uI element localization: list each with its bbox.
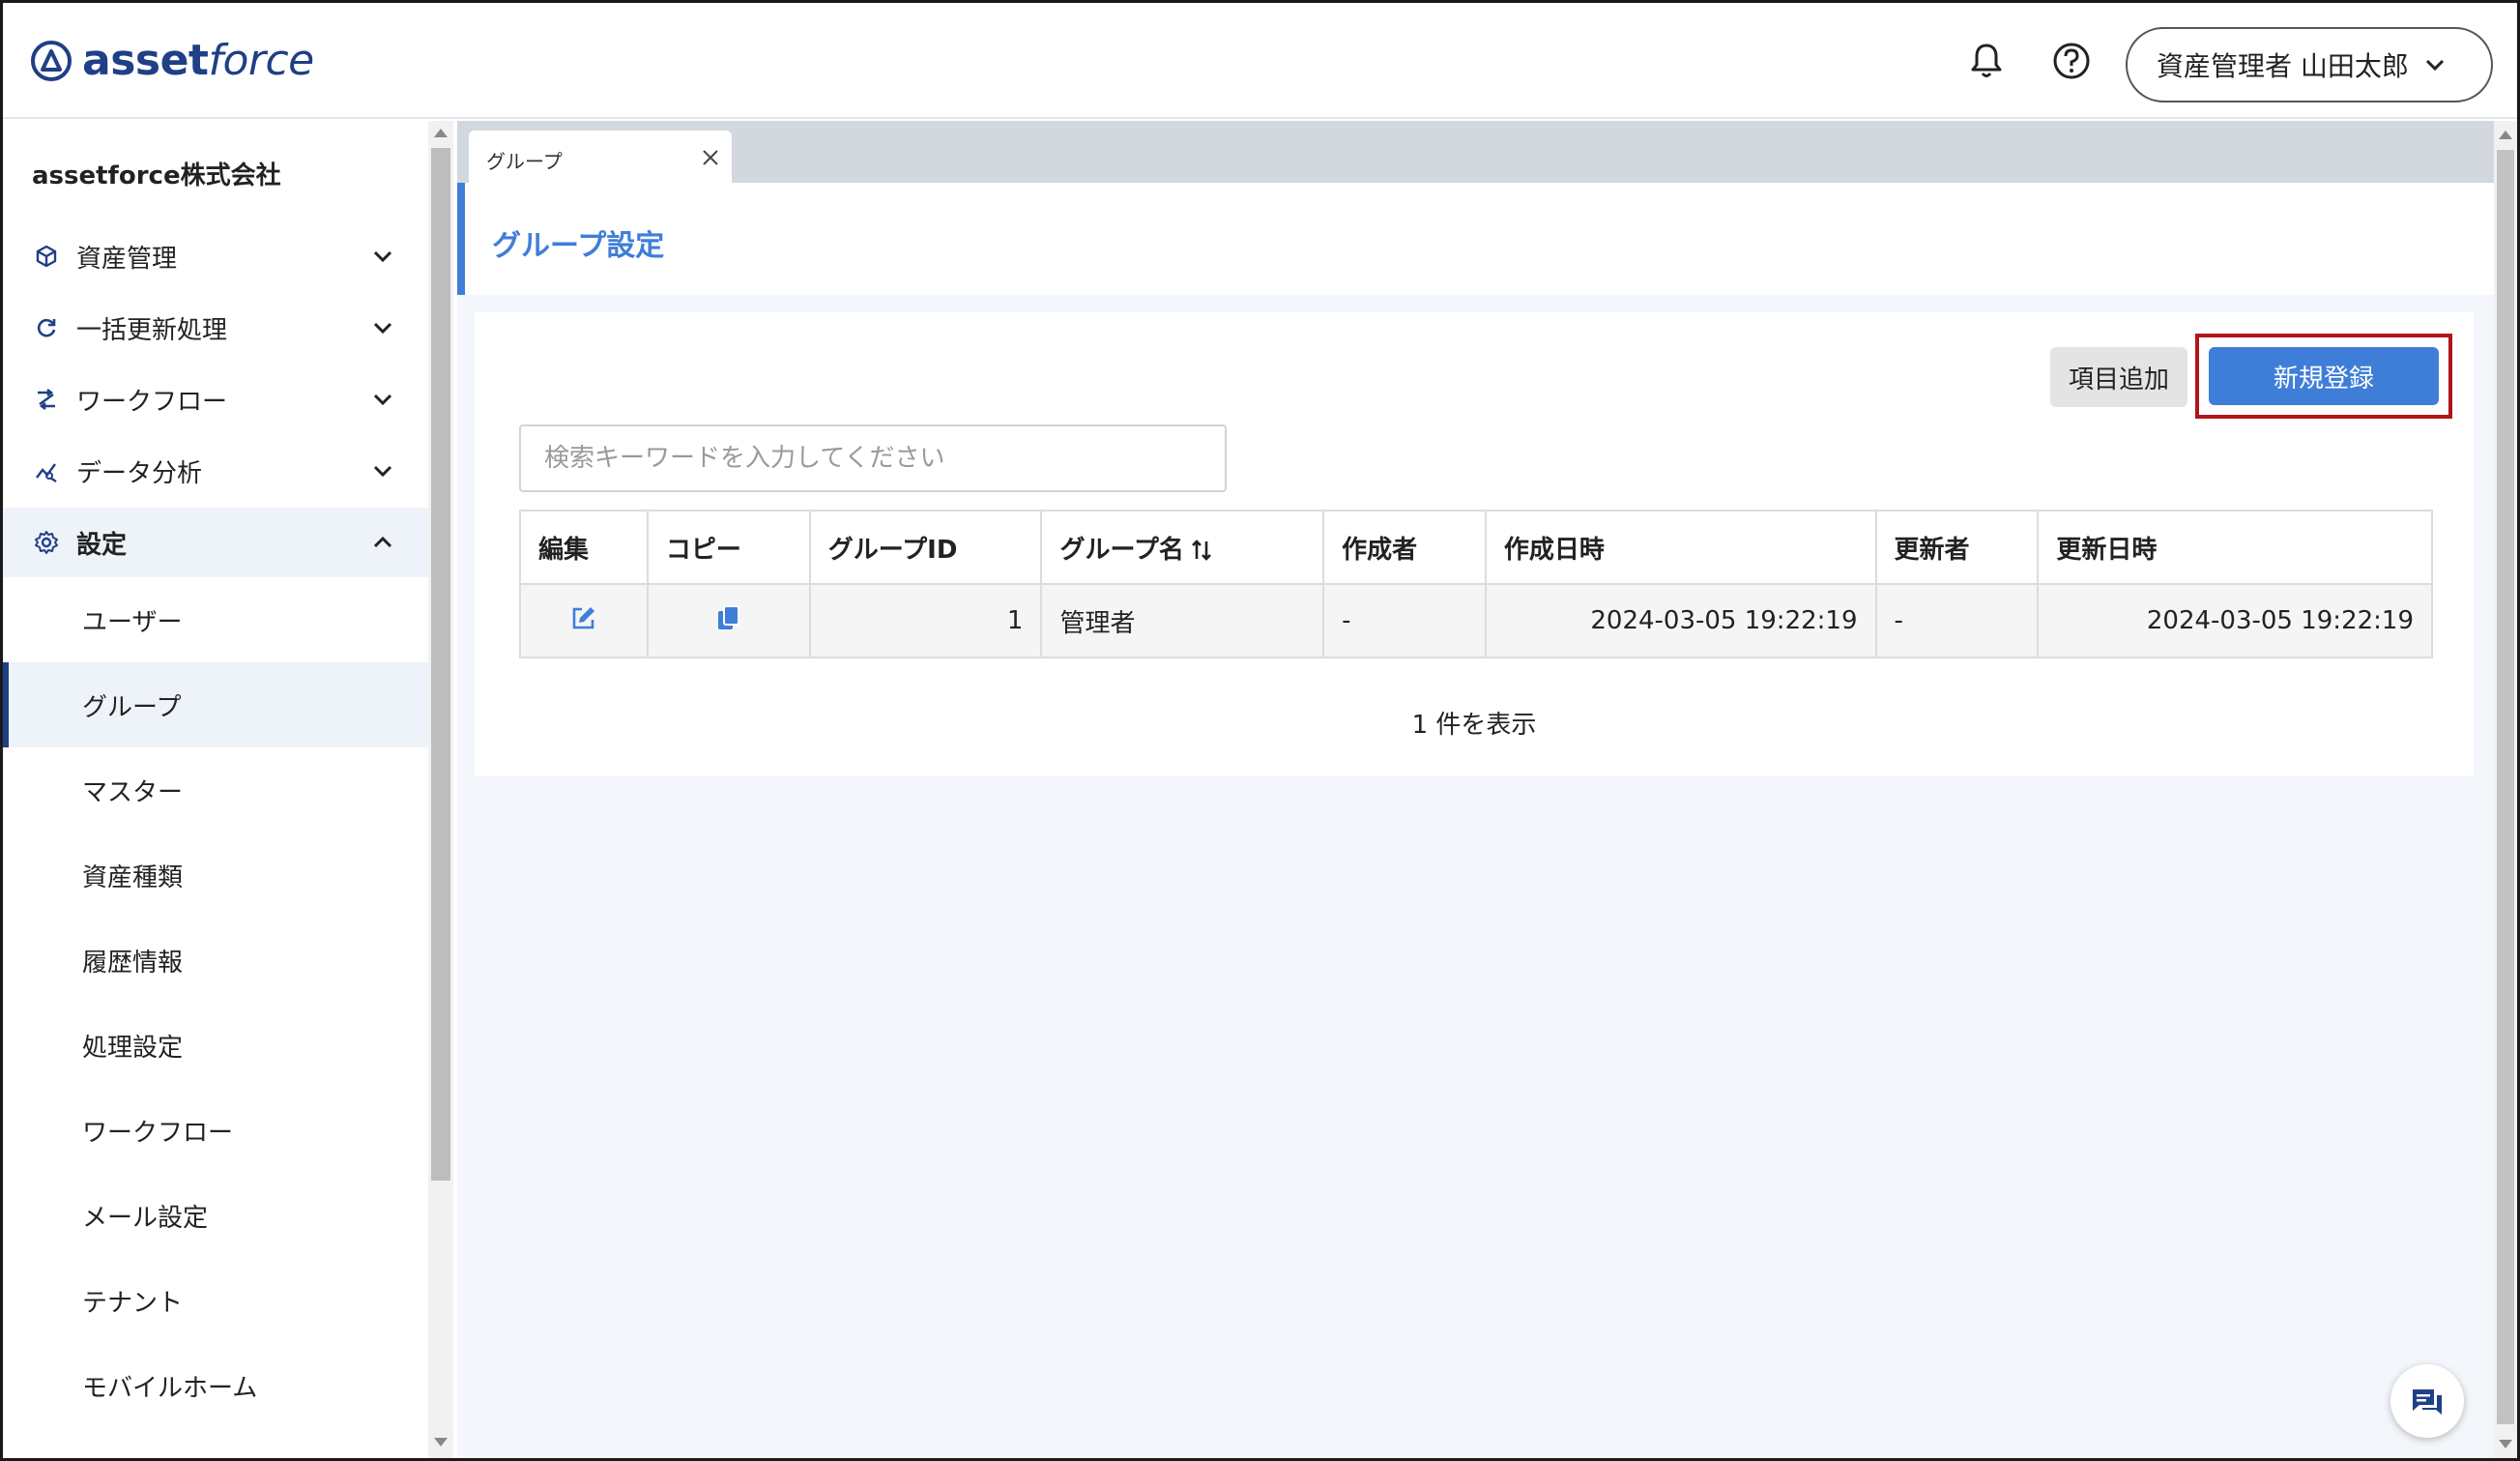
chevron-down-icon [373, 465, 392, 478]
logo-text: assetforce [82, 36, 314, 85]
sidebar-subitem-master[interactable]: マスター [3, 747, 428, 833]
sidebar-item-bulk-update[interactable]: 一括更新処理 [3, 293, 428, 363]
copy-cell [646, 583, 811, 658]
workflow-icon [38, 389, 55, 410]
logo-icon [31, 40, 72, 81]
gear-icon [35, 531, 58, 554]
header-edit: 編集 [519, 510, 649, 585]
sidebar: assetforce株式会社 資産管理 一括更新処理 ワークフロー データ分析 … [3, 121, 428, 1458]
group-list-card: 項目追加 新規登録 編集 コピー グループID グループ名 作成者 作成日時 [475, 312, 2474, 776]
edit-icon[interactable] [569, 603, 598, 632]
created-at-cell: 2024-03-05 19:22:19 [1484, 583, 1877, 658]
group-id-cell: 1 [808, 583, 1043, 658]
header-created-by: 作成者 [1322, 510, 1487, 585]
chevron-up-icon [373, 536, 392, 548]
created-by-cell: - [1322, 583, 1487, 658]
cube-icon [36, 245, 57, 268]
sidebar-item-asset-management[interactable]: 資産管理 [3, 221, 428, 291]
sidebar-subitem-workflow[interactable]: ワークフロー [3, 1088, 428, 1173]
sidebar-subitem-users[interactable]: ユーザー [3, 577, 428, 662]
main-scrollbar[interactable] [2494, 121, 2517, 1458]
main-content: グループ グループ設定 項目追加 新規登録 編集 コピー グループID [457, 121, 2494, 1458]
sidebar-subitem-history[interactable]: 履歴情報 [3, 918, 428, 1003]
chat-icon [2413, 1389, 2442, 1415]
sidebar-subitem-process-settings[interactable]: 処理設定 [3, 1003, 428, 1088]
sidebar-scrollbar[interactable] [428, 121, 453, 1458]
chevron-down-icon [373, 394, 392, 406]
scrollbar-thumb[interactable] [431, 148, 450, 1181]
table-header-row: 編集 コピー グループID グループ名 作成者 作成日時 更新者 更新日時 [519, 510, 2433, 585]
scroll-up-arrow-icon[interactable] [434, 129, 448, 137]
header-created-at: 作成日時 [1484, 510, 1877, 585]
help-icon[interactable] [2050, 40, 2093, 82]
app-logo[interactable]: assetforce [30, 36, 314, 85]
header-group-name[interactable]: グループ名 [1040, 510, 1325, 585]
add-item-button[interactable]: 項目追加 [2050, 347, 2187, 407]
header-copy: コピー [646, 510, 811, 585]
chevron-down-icon [373, 322, 392, 335]
page-title: グループ設定 [492, 229, 665, 263]
table-row: 1 管理者 - 2024-03-05 19:22:19 - 2024-03-05… [519, 583, 2433, 658]
sidebar-subitem-asset-types[interactable]: 資産種類 [3, 833, 428, 918]
sidebar-item-data-analysis[interactable]: データ分析 [3, 436, 428, 506]
company-name: assetforce株式会社 [32, 161, 281, 190]
edit-cell [519, 583, 649, 658]
scroll-up-arrow-icon[interactable] [2499, 131, 2512, 139]
sidebar-subitem-tenant[interactable]: テナント [3, 1258, 428, 1343]
result-count: 1 件を表示 [1411, 711, 1537, 740]
close-icon[interactable] [701, 148, 720, 167]
tab-groups[interactable]: グループ [469, 131, 732, 185]
updated-by-cell: - [1874, 583, 2040, 658]
sidebar-subitem-mail-settings[interactable]: メール設定 [3, 1173, 428, 1258]
chat-button[interactable] [2390, 1364, 2464, 1438]
user-name: 資産管理者 山田太郎 [2157, 50, 2409, 82]
sidebar-subitem-groups[interactable]: グループ [3, 662, 428, 747]
group-name-cell: 管理者 [1040, 583, 1325, 658]
group-table: 編集 コピー グループID グループ名 作成者 作成日時 更新者 更新日時 1 … [519, 510, 2433, 658]
updated-at-cell: 2024-03-05 19:22:19 [2037, 583, 2433, 658]
refresh-icon [37, 318, 56, 337]
bell-icon[interactable] [1965, 40, 2008, 82]
app-window: assetforce 資産管理者 山田太郎 assetforce株式会社 資産管… [0, 0, 2520, 1461]
tab-bar: グループ [457, 121, 2494, 185]
scrollbar-thumb[interactable] [2497, 150, 2514, 1424]
user-menu-button[interactable]: 資産管理者 山田太郎 [2126, 27, 2493, 102]
chevron-down-icon [2425, 59, 2444, 72]
highlight-box: 新規登録 [2195, 334, 2452, 419]
header-updated-at: 更新日時 [2037, 510, 2433, 585]
header-group-id[interactable]: グループID [808, 510, 1043, 585]
page-header: グループ設定 [457, 183, 2494, 295]
analytics-icon [36, 463, 57, 482]
sidebar-item-settings[interactable]: 設定 [3, 508, 428, 577]
scroll-down-arrow-icon[interactable] [434, 1438, 448, 1446]
top-header: assetforce 資産管理者 山田太郎 [3, 3, 2517, 119]
sort-icon[interactable] [1190, 539, 1213, 562]
copy-icon[interactable] [715, 603, 742, 632]
scroll-down-arrow-icon[interactable] [2499, 1440, 2512, 1448]
new-registration-button[interactable]: 新規登録 [2209, 347, 2439, 405]
header-updated-by: 更新者 [1874, 510, 2040, 585]
search-input[interactable] [519, 424, 1227, 492]
chevron-down-icon [373, 250, 392, 263]
sidebar-subitem-mobile-home[interactable]: モバイルホーム [3, 1343, 428, 1428]
sidebar-item-workflow[interactable]: ワークフロー [3, 365, 428, 434]
